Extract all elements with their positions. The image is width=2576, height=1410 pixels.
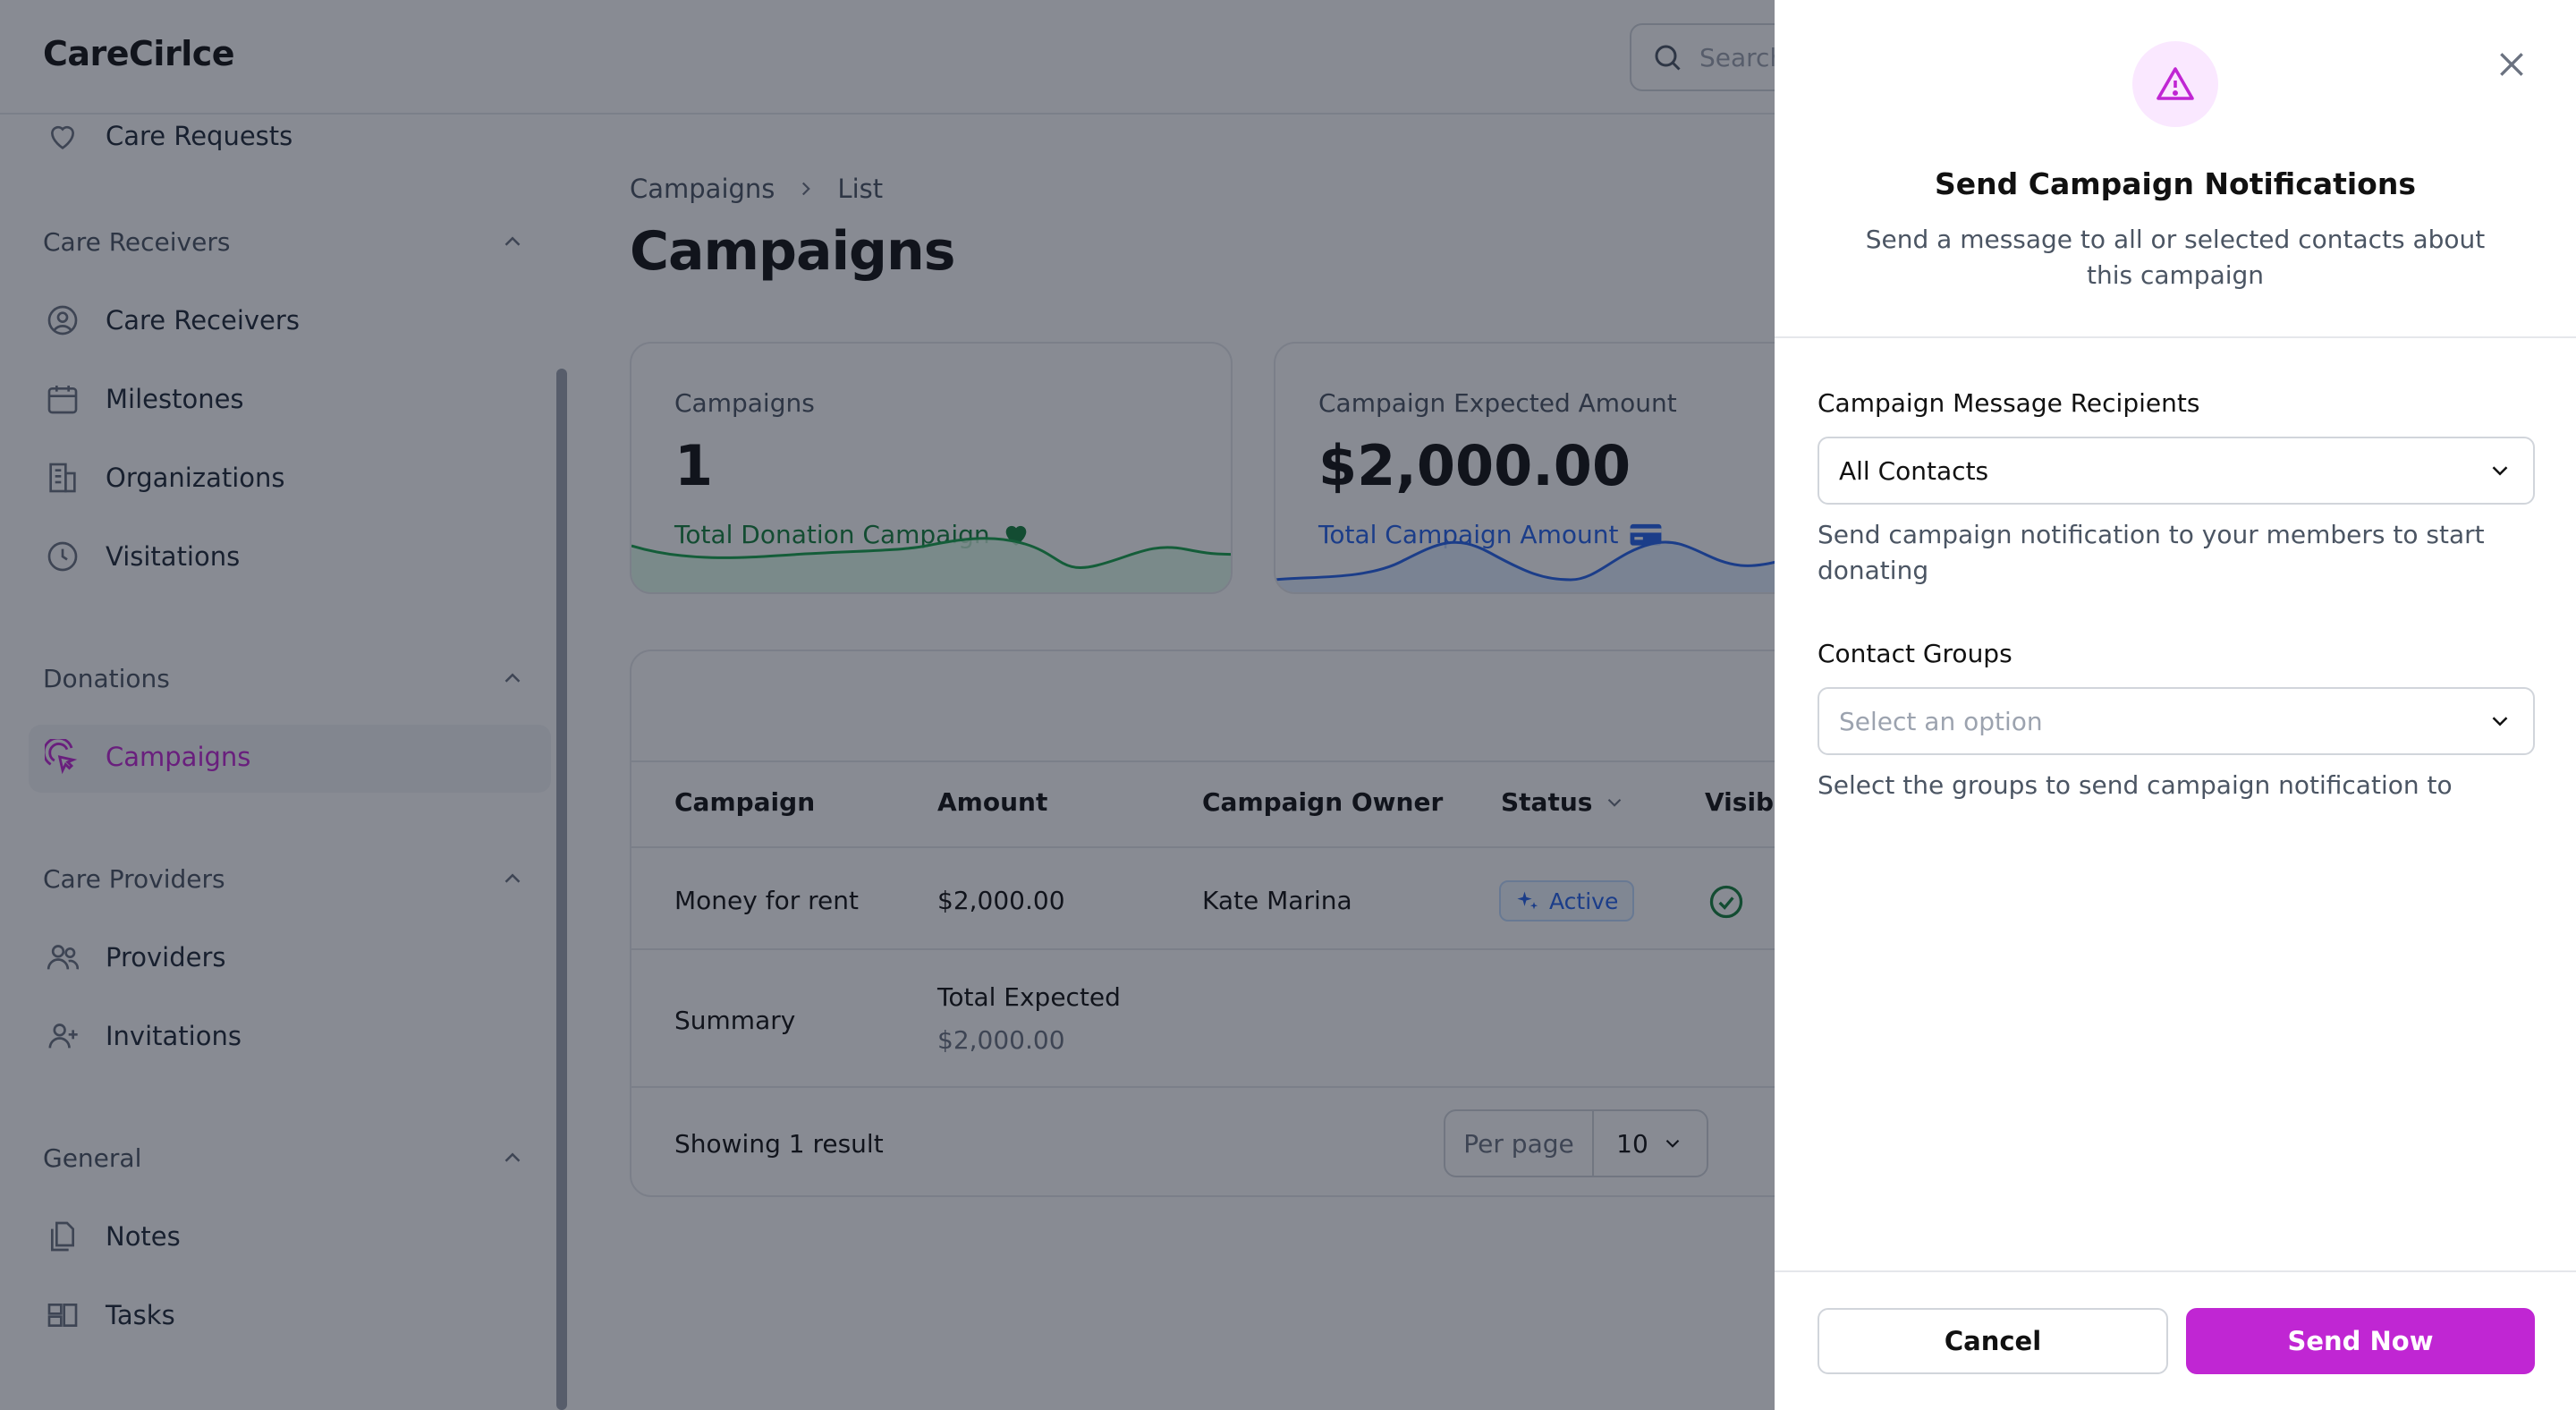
recipients-value: All Contacts — [1839, 455, 1989, 486]
warning-triangle-icon — [2154, 63, 2197, 106]
recipients-helper: Send campaign notification to your membe… — [1818, 520, 2485, 585]
cancel-button[interactable]: Cancel — [1818, 1308, 2168, 1374]
contact-groups-label: Contact Groups — [1818, 639, 2012, 668]
send-now-button[interactable]: Send Now — [2186, 1308, 2535, 1374]
alert-badge — [2132, 41, 2218, 127]
contact-groups-select[interactable]: Select an option — [1818, 687, 2535, 755]
contact-groups-placeholder: Select an option — [1839, 706, 2043, 736]
close-button[interactable] — [2490, 43, 2533, 86]
send-notification-panel: Send Campaign Notifications Send a messa… — [1775, 0, 2576, 1410]
app-page: CareCirlce Search Care Requests Care Rec… — [0, 0, 2576, 1410]
chevron-down-icon — [2487, 708, 2513, 735]
recipients-label: Campaign Message Recipients — [1818, 388, 2200, 418]
header-divider — [1775, 336, 2576, 338]
close-icon — [2494, 47, 2529, 82]
chevron-down-icon — [2487, 457, 2513, 484]
contact-groups-helper: Select the groups to send campaign notif… — [1818, 770, 2453, 800]
footer-divider — [1775, 1270, 2576, 1272]
recipients-select[interactable]: All Contacts — [1818, 437, 2535, 505]
panel-title: Send Campaign Notifications — [1935, 166, 2416, 201]
panel-subtitle: Send a message to all or selected contac… — [1865, 225, 2486, 290]
